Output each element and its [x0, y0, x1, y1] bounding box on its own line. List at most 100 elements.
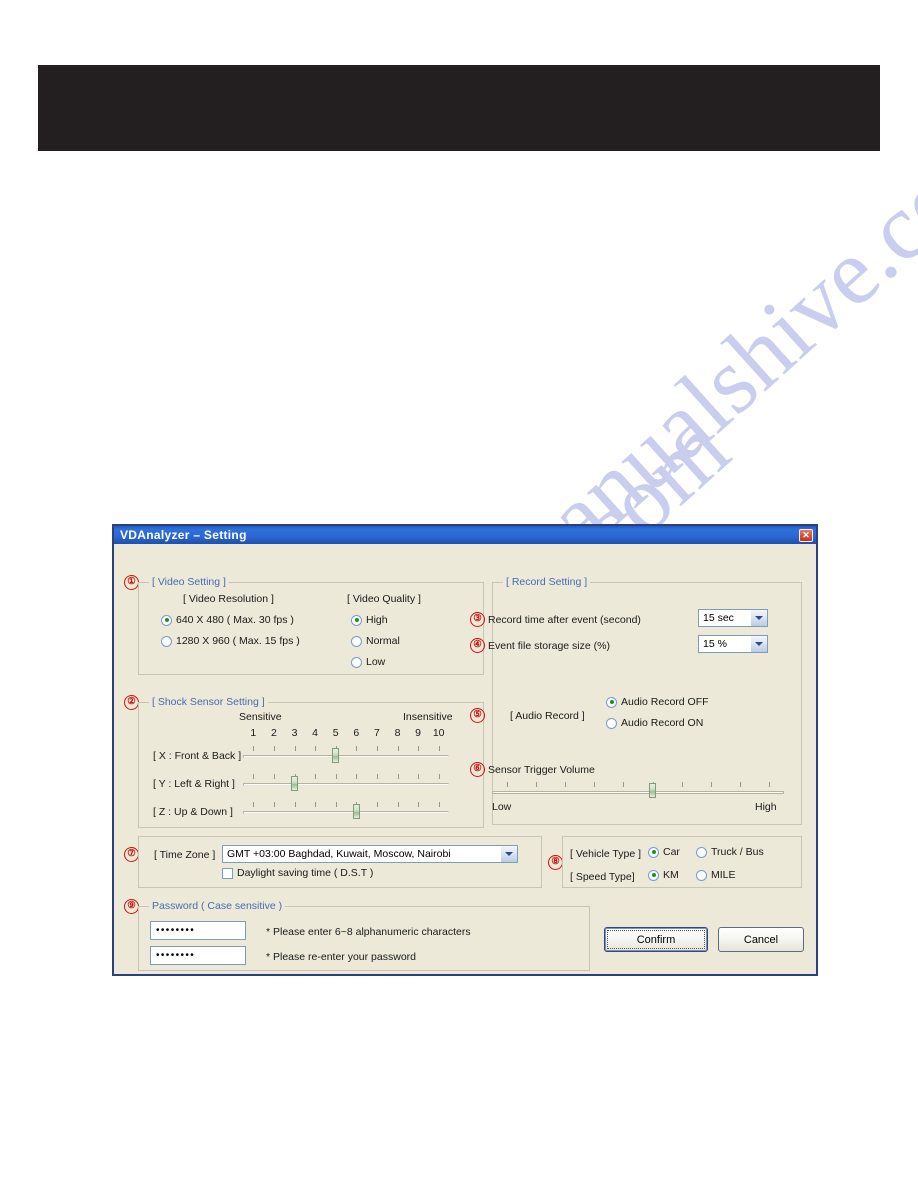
radio-label: KM	[663, 869, 679, 881]
marker-5: ⑤	[470, 708, 485, 723]
slider-track	[243, 783, 449, 786]
speed-type-label: [ Speed Type]	[570, 871, 635, 883]
radio-indicator	[161, 614, 172, 626]
storage-size-label: Event file storage size (%)	[488, 640, 610, 652]
close-icon[interactable]: ✕	[799, 528, 813, 542]
dialog-title: VDAnalyzer – Setting	[120, 528, 247, 542]
radio-quality-high[interactable]: High	[351, 614, 388, 626]
password-confirm-field[interactable]: ••••••••	[150, 946, 246, 965]
marker-9: ⑨	[124, 899, 139, 914]
radio-quality-normal[interactable]: Normal	[351, 635, 400, 647]
sensor-trigger-volume-label: Sensor Trigger Volume	[488, 764, 595, 776]
record-time-label: Record time after event (second)	[488, 614, 641, 626]
slider-thumb[interactable]	[291, 776, 298, 791]
slider-z-up-down[interactable]	[243, 802, 449, 820]
dialog-titlebar: VDAnalyzer – Setting ✕	[114, 526, 816, 544]
radio-quality-low[interactable]: Low	[351, 656, 385, 668]
marker-6: ⑥	[470, 762, 485, 777]
marker-2: ②	[124, 695, 139, 710]
cancel-button[interactable]: Cancel	[718, 927, 804, 952]
marker-4: ④	[470, 638, 485, 653]
password-hint-2: * Please re-enter your password	[266, 951, 416, 963]
radio-label: 1280 X 960 ( Max. 15 fps )	[176, 635, 300, 647]
video-quality-header: [ Video Quality ]	[347, 593, 421, 605]
shock-scale-number: 6	[353, 727, 360, 739]
chevron-down-icon	[499, 846, 517, 862]
shock-scale-number: 10	[432, 727, 445, 739]
slider-thumb[interactable]	[649, 783, 657, 798]
slider-ticks	[492, 782, 784, 788]
video-resolution-header: [ Video Resolution ]	[183, 593, 274, 605]
shock-scale-number: 2	[270, 727, 277, 739]
group-password-title: Password ( Case sensitive )	[149, 900, 286, 912]
slider-thumb[interactable]	[352, 804, 360, 819]
slider-ticks	[243, 774, 449, 780]
time-zone-dropdown[interactable]: GMT +03:00 Baghdad, Kuwait, Moscow, Nair…	[222, 845, 518, 863]
radio-indicator	[161, 635, 172, 647]
dialog-body: ① [ Video Setting ] [ Video Resolution ]…	[114, 544, 816, 976]
slider-track	[492, 791, 784, 794]
slider-y-left-right[interactable]	[243, 774, 449, 792]
radio-label: Audio Record ON	[621, 717, 704, 729]
radio-speed-km[interactable]: KM	[648, 869, 679, 881]
group-record-setting-title: [ Record Setting ]	[503, 576, 591, 588]
shock-scale-number: 9	[415, 727, 422, 739]
radio-indicator	[351, 614, 362, 626]
radio-label: Truck / Bus	[711, 846, 764, 858]
group-shock-sensor: [ Shock Sensor Setting ] Sensitive Insen…	[138, 696, 484, 828]
radio-vehicle-truck-bus[interactable]: Truck / Bus	[696, 846, 764, 858]
shock-scale-number: 3	[291, 727, 298, 739]
slider-track	[243, 811, 449, 814]
confirm-button[interactable]: Confirm	[604, 927, 708, 952]
group-video-setting-title: [ Video Setting ]	[149, 576, 229, 588]
shock-scale-number: 7	[373, 727, 380, 739]
shock-scale-number: 4	[312, 727, 319, 739]
time-zone-label: [ Time Zone ]	[154, 849, 216, 861]
axis-x-label: [ X : Front & Back ]	[153, 750, 242, 762]
vehicle-type-label: [ Vehicle Type ]	[570, 848, 642, 860]
storage-size-dropdown[interactable]: 15 %	[698, 635, 768, 653]
marker-3: ③	[470, 612, 485, 627]
radio-speed-mile[interactable]: MILE	[696, 869, 736, 881]
vdanalyzer-setting-dialog: VDAnalyzer – Setting ✕ ① [ Video Setting…	[112, 524, 818, 976]
slider-track	[243, 755, 449, 758]
group-shock-sensor-title: [ Shock Sensor Setting ]	[149, 696, 268, 708]
slider-x-front-back[interactable]	[243, 746, 449, 764]
radio-indicator	[696, 869, 707, 881]
marker-7: ⑦	[124, 847, 139, 862]
radio-resolution-640x480[interactable]: 640 X 480 ( Max. 30 fps )	[161, 614, 294, 626]
radio-indicator	[606, 696, 617, 708]
checkbox-label: Daylight saving time ( D.S.T )	[237, 867, 374, 879]
radio-label: 640 X 480 ( Max. 30 fps )	[176, 614, 294, 626]
radio-label: Audio Record OFF	[621, 696, 709, 708]
checkbox-daylight-saving[interactable]: Daylight saving time ( D.S.T )	[222, 867, 373, 879]
radio-label: Car	[663, 846, 680, 858]
radio-indicator	[351, 656, 362, 668]
cancel-button-label: Cancel	[743, 933, 779, 946]
slider-thumb[interactable]	[332, 748, 340, 763]
slider-ticks	[243, 746, 449, 752]
slider-sensor-trigger-volume[interactable]	[492, 780, 784, 800]
focus-outline	[607, 930, 705, 949]
shock-scale-ruler: 1 2 3 4 5 6 7 8 9 10	[243, 727, 449, 739]
radio-label: High	[366, 614, 388, 626]
volume-low-label: Low	[492, 801, 512, 813]
radio-label: Normal	[366, 635, 400, 647]
radio-resolution-1280x960[interactable]: 1280 X 960 ( Max. 15 fps )	[161, 635, 300, 647]
radio-indicator	[351, 635, 362, 647]
radio-audio-off[interactable]: Audio Record OFF	[606, 696, 709, 708]
storage-size-value: 15 %	[703, 638, 727, 650]
record-time-dropdown[interactable]: 15 sec	[698, 609, 768, 627]
password-hint-1: * Please enter 6~8 alphanumeric characte…	[266, 926, 471, 938]
radio-vehicle-car[interactable]: Car	[648, 846, 680, 858]
radio-indicator	[648, 869, 659, 881]
password-field[interactable]: ••••••••	[150, 921, 246, 940]
axis-z-label: [ Z : Up & Down ]	[153, 806, 233, 818]
volume-high-label: High	[755, 801, 777, 813]
shock-scale-number: 8	[394, 727, 401, 739]
audio-record-label: [ Audio Record ]	[510, 710, 585, 722]
radio-label: Low	[366, 656, 386, 668]
marker-1: ①	[124, 575, 139, 590]
radio-audio-on[interactable]: Audio Record ON	[606, 717, 703, 729]
page-header-banner	[38, 65, 880, 151]
